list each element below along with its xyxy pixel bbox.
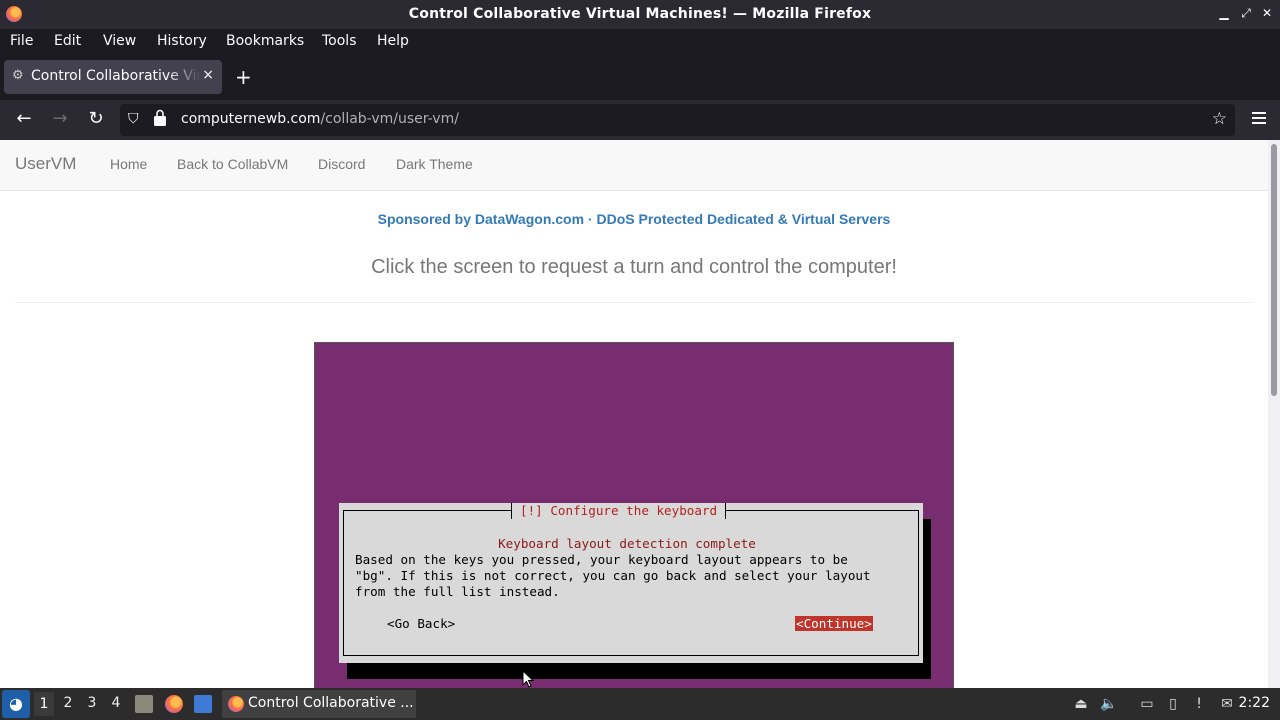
restore-icon[interactable]: ⤢ [1237,6,1255,21]
url-path: /collab-vm/user-vm/ [320,111,459,127]
dialog-heading: Keyboard layout detection complete [498,536,756,551]
minimize-icon[interactable]: ▁ [1215,6,1233,20]
app-menu-icon[interactable] [1252,109,1266,127]
tab-close-icon[interactable]: × [202,67,214,83]
window-title: Control Collaborative Virtual Machines! … [408,6,872,22]
sponsor-link[interactable]: Sponsored by DataWagon.com · DDoS Protec… [0,211,1268,227]
site-navbar: UserVM Home Back to CollabVM Discord Dar… [0,140,1268,191]
window-titlebar: Control Collaborative Virtual Machines! … [0,0,1280,29]
forward-icon[interactable]: → [48,108,72,129]
workspace-1[interactable]: 1 [34,692,54,716]
reload-icon[interactable]: ↻ [84,108,108,129]
site-favicon-icon: ⚙ [12,68,24,83]
menu-bookmarks[interactable]: Bookmarks [226,33,304,49]
page-scrollbar[interactable] [1268,140,1280,688]
workspace-4[interactable]: 4 [106,695,126,711]
back-icon[interactable]: ← [12,108,36,129]
mouse-cursor-icon [522,670,534,688]
tab-strip: ⚙ Control Collaborative Virtual Machines… [0,55,1280,100]
task-label: Control Collaborative ... [248,695,414,711]
site-brand[interactable]: UserVM [15,154,76,174]
tab-title: Control Collaborative Virtual Machines! [31,68,201,84]
navigation-bar: ← → ↻ ⛉ computernewb.com/collab-vm/user-… [0,100,1280,140]
firefox-launcher-icon[interactable] [165,695,183,713]
bookmark-star-icon[interactable]: ☆ [1212,109,1227,129]
file-manager-icon[interactable] [135,695,153,713]
start-menu-icon[interactable]: ◕ [2,690,30,718]
menu-help[interactable]: Help [377,33,409,49]
dialog-title: [!] Configure the keyboard [511,503,727,519]
continue-button[interactable]: <Continue> [795,616,873,631]
menu-edit[interactable]: Edit [54,33,81,49]
taskbar-task-firefox[interactable]: Control Collaborative ... [222,690,416,718]
new-tab-button[interactable]: + [235,65,252,89]
nav-dark-theme-link[interactable]: Dark Theme [396,156,473,172]
tracking-protection-icon[interactable]: ⛉ [128,111,139,127]
nav-discord-link[interactable]: Discord [318,156,365,172]
menu-view[interactable]: View [103,33,136,49]
desktop-icon[interactable] [194,695,212,713]
clock: 2:22 [1238,695,1270,711]
dialog-body: Based on the keys you pressed, your keyb… [355,552,871,599]
notification-icon[interactable]: ! [1190,695,1208,713]
workspace-2[interactable]: 2 [58,695,78,711]
vm-display[interactable]: [!] Configure the keyboard Keyboard layo… [314,342,954,688]
turn-prompt: Click the screen to request a turn and c… [371,256,897,278]
url-domain: computernewb.com [181,111,321,127]
divider [15,302,1253,303]
workspace-3[interactable]: 3 [82,695,102,711]
clipboard-icon[interactable]: ▯ [1164,695,1182,713]
eject-icon[interactable]: ⏏ [1072,695,1090,713]
nav-back-to-collabvm-link[interactable]: Back to CollabVM [177,156,288,172]
installer-dialog: [!] Configure the keyboard Keyboard layo… [339,503,923,663]
taskbar: ◕ 1 2 3 4 Control Collaborative ... ⏏ 🔈 … [0,688,1280,720]
mail-icon[interactable]: ✉ [1218,695,1236,713]
task-firefox-icon [228,696,244,712]
menu-tools[interactable]: Tools [322,33,357,49]
page-viewport: UserVM Home Back to CollabVM Discord Dar… [0,140,1268,688]
menu-bar: File Edit View History Bookmarks Tools H… [0,29,1280,55]
go-back-button[interactable]: <Go Back> [387,616,455,631]
nav-home-link[interactable]: Home [110,156,147,172]
menu-file[interactable]: File [10,33,33,49]
scrollbar-thumb[interactable] [1271,144,1277,396]
lock-icon[interactable] [153,109,167,127]
close-icon[interactable]: ✕ [1258,6,1276,20]
network-icon[interactable]: ▭ [1138,695,1156,713]
url-bar[interactable]: ⛉ computernewb.com/collab-vm/user-vm/ ☆ [120,104,1235,136]
url-text[interactable]: computernewb.com/collab-vm/user-vm/ [181,111,459,127]
volume-icon[interactable]: 🔈 [1100,695,1118,713]
menu-history[interactable]: History [157,33,207,49]
tab-active[interactable]: ⚙ Control Collaborative Virtual Machines… [4,60,222,94]
